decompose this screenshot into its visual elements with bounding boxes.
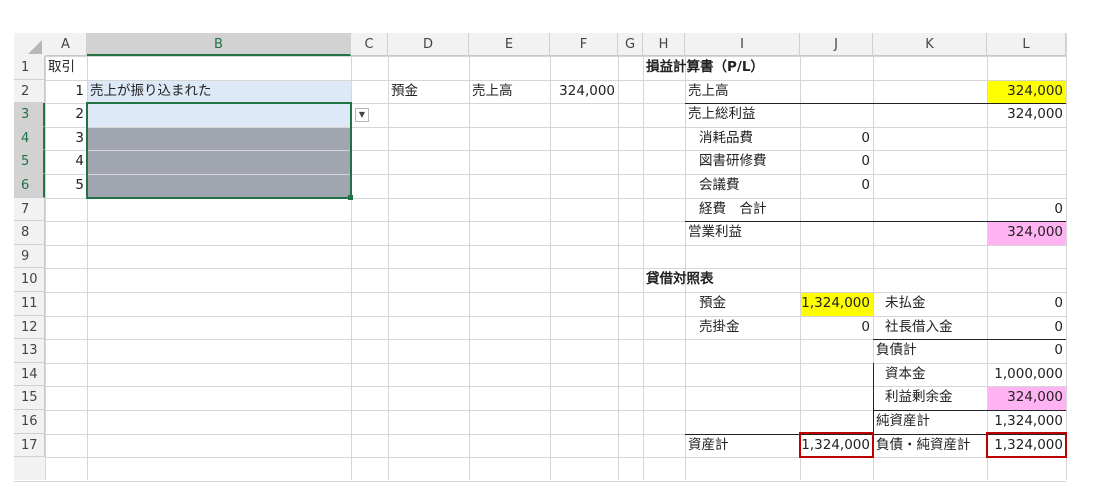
gridline-v — [351, 33, 352, 480]
gridline-h — [14, 244, 1066, 246]
row-header-7[interactable]: 7 — [14, 197, 45, 222]
cell-j4[interactable]: 0 — [800, 127, 873, 151]
cell-i11[interactable]: 預金 — [685, 292, 800, 316]
row-header-16[interactable]: 16 — [14, 410, 45, 434]
cell-f2[interactable]: 324,000 — [550, 80, 618, 104]
cell-l13[interactable]: 0 — [987, 339, 1066, 363]
row-header-3[interactable]: 3 — [14, 103, 45, 127]
cell-i12[interactable]: 売掛金 — [685, 316, 800, 340]
cell-j11[interactable]: 1,324,000 — [800, 292, 873, 316]
row-header-11[interactable]: 11 — [14, 292, 45, 316]
gridline-h — [14, 56, 1066, 57]
cell-i8[interactable]: 営業利益 — [685, 221, 800, 245]
cell-l2[interactable]: 324,000 — [987, 80, 1066, 104]
cell-e2[interactable]: 売上高 — [469, 80, 550, 104]
row-header-4[interactable]: 4 — [14, 126, 45, 151]
cell-a3[interactable]: 2 — [45, 103, 87, 127]
row-header-8[interactable]: 8 — [14, 221, 45, 245]
row-header-2[interactable]: 2 — [14, 79, 45, 104]
cell-l16[interactable]: 1,324,000 — [987, 410, 1066, 434]
highlight-box-l17 — [986, 431, 1067, 459]
cell-l12[interactable]: 0 — [987, 316, 1066, 340]
cell-a4[interactable]: 3 — [45, 127, 87, 151]
cell-i3[interactable]: 売上総利益 — [685, 103, 800, 127]
cell-i6[interactable]: 会議費 — [685, 174, 800, 198]
column-header-b[interactable]: B — [87, 33, 351, 56]
column-header-f[interactable]: F — [550, 33, 618, 56]
row-header-5[interactable]: 5 — [14, 150, 45, 174]
row-header-6[interactable]: 6 — [14, 174, 45, 198]
column-header-d[interactable]: D — [388, 33, 469, 56]
cell-k11[interactable]: 未払金 — [873, 292, 987, 316]
cell-j12[interactable]: 0 — [800, 316, 873, 340]
row-header-partial — [14, 457, 45, 480]
row-header-15[interactable]: 15 — [14, 386, 45, 410]
cell-a1[interactable]: 取引 — [45, 56, 87, 80]
cell-k14[interactable]: 資本金 — [873, 363, 987, 387]
cell-h10[interactable]: 貸借対照表 — [643, 268, 714, 292]
cell-a2[interactable]: 1 — [45, 80, 87, 104]
fill-handle[interactable] — [348, 194, 353, 200]
row-header-13[interactable]: 13 — [14, 339, 45, 363]
cell-i17[interactable]: 資産計 — [685, 434, 800, 458]
cell-l14[interactable]: 1,000,000 — [987, 363, 1066, 387]
cell-i2[interactable]: 売上高 — [685, 80, 800, 104]
cell-a6[interactable]: 5 — [45, 174, 87, 198]
cell-d2[interactable]: 預金 — [388, 80, 469, 104]
chevron-down-icon[interactable]: ▼ — [355, 108, 369, 123]
gridline-h — [14, 457, 1066, 459]
column-header-l[interactable]: L — [987, 33, 1066, 56]
spreadsheet-grid: A B C D E F G H I J K L 1 2 3 4 5 6 7 8 9 10 11 12 13 14 15 16 17 取引 1… — [0, 0, 1094, 482]
row-header-17[interactable]: 17 — [14, 433, 45, 458]
row-header-10[interactable]: 10 — [14, 268, 45, 292]
column-header-h[interactable]: H — [643, 33, 685, 56]
cell-k17[interactable]: 負債・純資産計 — [873, 434, 987, 458]
cell-k16[interactable]: 純資産計 — [873, 410, 987, 434]
cell-j5[interactable]: 0 — [800, 150, 873, 174]
column-header-a[interactable]: A — [45, 33, 87, 56]
row-header-1[interactable]: 1 — [14, 56, 45, 80]
border-top-row-13 — [873, 339, 1066, 341]
border-left-equity — [873, 362, 874, 434]
column-header-k[interactable]: K — [873, 33, 987, 56]
border-top-row-8 — [685, 221, 1066, 223]
border-top-row-16 — [873, 410, 1066, 411]
cell-j6[interactable]: 0 — [800, 174, 873, 198]
row-header-14[interactable]: 14 — [14, 362, 45, 387]
cell-h1[interactable]: 損益計算書（P/L） — [643, 56, 764, 80]
column-header-c[interactable]: C — [351, 33, 388, 56]
cell-i7[interactable]: 経費 合計 — [685, 198, 800, 222]
row-header-9[interactable]: 9 — [14, 244, 45, 269]
highlight-box-j17 — [799, 431, 874, 459]
border-top-row-3 — [685, 103, 1066, 105]
cell-k15[interactable]: 利益剰余金 — [873, 386, 987, 410]
column-header-e[interactable]: E — [469, 33, 550, 56]
gridline-h — [14, 268, 1066, 270]
row-header-12[interactable]: 12 — [14, 315, 45, 340]
column-header-g[interactable]: G — [618, 33, 643, 56]
cell-l3[interactable]: 324,000 — [987, 103, 1066, 127]
column-header-j[interactable]: J — [800, 33, 873, 56]
gridline-v — [800, 33, 801, 480]
cell-l15[interactable]: 324,000 — [987, 386, 1066, 410]
cell-k12[interactable]: 社長借入金 — [873, 316, 987, 340]
cell-l11[interactable]: 0 — [987, 292, 1066, 316]
cell-k13[interactable]: 負債計 — [873, 339, 987, 363]
column-header-i[interactable]: I — [685, 33, 800, 56]
cell-i5[interactable]: 図書研修費 — [685, 150, 800, 174]
cell-l8[interactable]: 324,000 — [987, 221, 1066, 245]
cell-b2[interactable]: 売上が振り込まれた — [87, 80, 351, 104]
select-all-triangle-icon — [28, 40, 42, 54]
selection-range-b3-b6 — [86, 102, 352, 199]
gridline-v — [1066, 33, 1067, 480]
cell-i4[interactable]: 消耗品費 — [685, 127, 800, 151]
gridline-v — [618, 33, 619, 480]
gridline-v — [643, 33, 644, 480]
cell-l7[interactable]: 0 — [987, 198, 1066, 222]
cell-a5[interactable]: 4 — [45, 150, 87, 174]
